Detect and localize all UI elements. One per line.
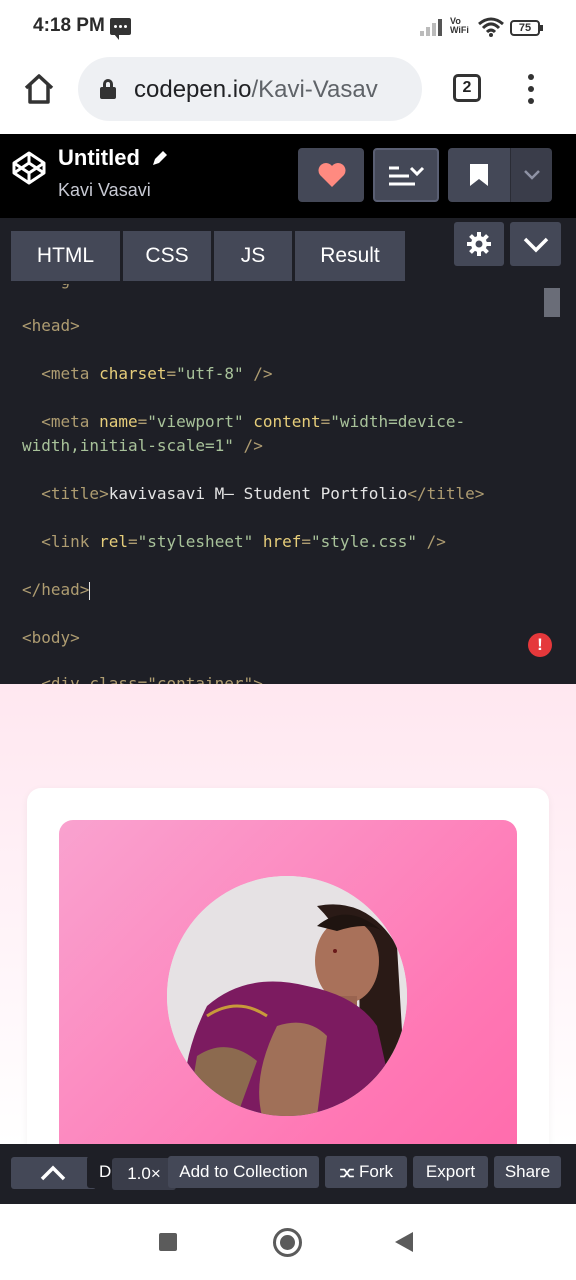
editor-tab-bar: HTML CSS JS Result — [0, 218, 576, 284]
home-nav-icon[interactable] — [273, 1228, 302, 1257]
code-line: <link rel="stylesheet" href="style.css" … — [41, 532, 446, 551]
add-to-collection-button[interactable]: Add to Collection — [168, 1156, 319, 1188]
code-line-clipped: g — [22, 284, 71, 289]
text-cursor — [89, 581, 91, 600]
message-icon — [110, 18, 131, 40]
error-icon[interactable]: ! — [528, 633, 552, 657]
code-line: width,initial-scale=1" /> — [22, 436, 263, 455]
code-line: <body> — [22, 628, 80, 647]
editor-bottom-toolbar: D 1.0× Add to Collection Fork Export Sha… — [0, 1144, 576, 1204]
tab-switcher-button[interactable]: 2 — [453, 74, 481, 102]
fork-icon — [340, 1168, 354, 1177]
volte-label: Vo WiFi — [450, 16, 469, 35]
pen-author[interactable]: Kavi Vasavi — [58, 180, 151, 201]
home-icon[interactable] — [22, 72, 56, 106]
chevron-down-icon — [523, 237, 549, 253]
recents-icon[interactable] — [159, 1233, 177, 1251]
battery-icon: 75 — [510, 20, 543, 36]
editor-scrollbar[interactable] — [544, 288, 560, 317]
bookmark-button[interactable] — [448, 148, 510, 202]
bookmark-icon — [470, 164, 488, 186]
browser-toolbar: codepen.io/Kavi-Vasav 2 — [0, 56, 576, 134]
more-menu-icon[interactable] — [526, 74, 536, 104]
bookmark-dropdown-button[interactable] — [510, 148, 552, 202]
zoom-button[interactable]: 1.0× — [112, 1158, 176, 1190]
heart-icon — [318, 163, 346, 187]
code-editor[interactable]: g <head> <meta charset="utf-8" /> <meta … — [0, 284, 576, 684]
profile-photo — [167, 876, 407, 1116]
tab-js[interactable]: JS — [214, 231, 292, 281]
tab-css[interactable]: CSS — [123, 231, 211, 281]
codepen-logo-icon[interactable] — [11, 150, 47, 186]
profile-card — [27, 788, 549, 1144]
settings-button[interactable] — [454, 222, 504, 266]
back-icon[interactable] — [395, 1232, 413, 1252]
result-preview — [0, 684, 576, 1144]
status-bar: 4:18 PM Vo WiFi 75 — [0, 0, 576, 56]
profile-photo-illustration — [167, 876, 407, 1116]
collapse-editor-button[interactable] — [510, 222, 561, 266]
profile-banner — [59, 820, 517, 1144]
code-line: <meta name="viewport" content="width=dev… — [41, 412, 466, 431]
edit-pencil-icon[interactable] — [150, 148, 170, 168]
expand-console-button[interactable] — [11, 1157, 96, 1189]
chevron-up-icon — [40, 1165, 66, 1181]
code-line: <head> — [22, 316, 80, 335]
code-line: <title>kavivasavi M— Student Portfolio</… — [41, 484, 485, 503]
signal-icon — [420, 18, 446, 36]
system-nav-bar — [0, 1204, 576, 1280]
status-time: 4:18 PM — [33, 15, 105, 36]
tab-html[interactable]: HTML — [11, 231, 120, 281]
fork-button[interactable]: Fork — [325, 1156, 407, 1188]
url-text[interactable]: codepen.io/Kavi-Vasav — [134, 76, 410, 104]
gear-icon — [467, 232, 491, 256]
layout-icon — [389, 166, 425, 186]
heart-button[interactable] — [298, 148, 364, 202]
address-bar[interactable]: codepen.io/Kavi-Vasav — [78, 57, 422, 121]
wifi-icon — [478, 17, 504, 37]
lock-icon — [100, 79, 116, 99]
code-line: </head> — [22, 580, 91, 600]
code-line-clipped: <div class="container"> — [22, 674, 263, 684]
tab-result[interactable]: Result — [295, 231, 405, 281]
codepen-header: Untitled Kavi Vasavi — [0, 134, 576, 218]
pen-title[interactable]: Untitled — [58, 145, 140, 171]
change-view-button[interactable] — [373, 148, 439, 202]
share-button[interactable]: Share — [494, 1156, 561, 1188]
code-line: <meta charset="utf-8" /> — [41, 364, 273, 383]
chevron-down-icon — [524, 170, 540, 180]
fork-label: Fork — [359, 1162, 393, 1181]
export-button[interactable]: Export — [413, 1156, 488, 1188]
